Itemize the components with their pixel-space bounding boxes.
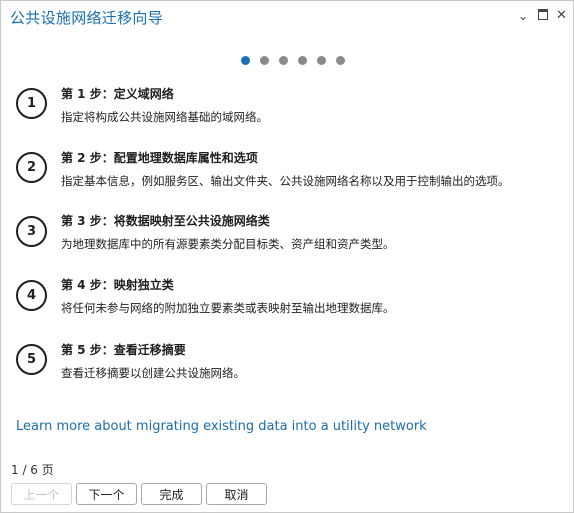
step-description: 指定基本信息，例如服务区、输出文件夹、公共设施网络名称以及用于控制输出的选项。 bbox=[61, 174, 510, 188]
step-item: 1 第 1 步：定义域网络 指定将构成公共设施网络基础的域网络。 bbox=[1, 85, 573, 141]
step-title: 第 1 步：定义域网络 bbox=[61, 87, 174, 101]
step-item: 4 第 4 步：映射独立类 将任何未参与网络的附加独立要素类或表映射至输出地理数… bbox=[1, 276, 573, 332]
finish-button[interactable]: 完成 bbox=[141, 483, 202, 505]
step-item: 3 第 3 步：将数据映射至公共设施网络类 为地理数据库中的所有源要素类分配目标… bbox=[1, 212, 573, 268]
progress-dot[interactable] bbox=[279, 56, 288, 65]
chevron-down-icon[interactable]: ⌄ bbox=[518, 9, 528, 23]
step-item: 2 第 2 步：配置地理数据库属性和选项 指定基本信息，例如服务区、输出文件夹、… bbox=[1, 149, 573, 205]
cancel-button[interactable]: 取消 bbox=[206, 483, 267, 505]
page-indicator: 1 / 6 页 bbox=[11, 463, 54, 477]
previous-button[interactable]: 上一个 bbox=[11, 483, 72, 505]
step-number-badge: 2 bbox=[16, 152, 47, 183]
step-title: 第 5 步：查看迁移摘要 bbox=[61, 343, 186, 357]
step-item: 5 第 5 步：查看迁移摘要 查看迁移摘要以创建公共设施网络。 bbox=[1, 341, 573, 397]
step-description: 指定将构成公共设施网络基础的域网络。 bbox=[61, 110, 268, 124]
progress-dot[interactable] bbox=[317, 56, 326, 65]
step-description: 将任何未参与网络的附加独立要素类或表映射至输出地理数据库。 bbox=[61, 301, 395, 315]
close-icon[interactable]: ✕ bbox=[556, 9, 567, 23]
step-description: 为地理数据库中的所有源要素类分配目标类、资产组和资产类型。 bbox=[61, 237, 395, 251]
step-number-badge: 1 bbox=[16, 88, 47, 119]
learn-more-link[interactable]: Learn more about migrating existing data… bbox=[16, 419, 427, 434]
title-bar: 公共设施网络迁移向导 ⌄ ✕ bbox=[1, 1, 573, 35]
progress-dot[interactable] bbox=[241, 56, 250, 65]
step-title: 第 2 步：配置地理数据库属性和选项 bbox=[61, 151, 258, 165]
next-button[interactable]: 下一个 bbox=[76, 483, 137, 505]
step-title: 第 3 步：将数据映射至公共设施网络类 bbox=[61, 214, 270, 228]
step-number-badge: 3 bbox=[16, 216, 47, 247]
progress-dot[interactable] bbox=[260, 56, 269, 65]
step-number-badge: 5 bbox=[16, 344, 47, 375]
migration-wizard-pane: 公共设施网络迁移向导 ⌄ ✕ 1 第 1 步：定义域网络 指定将构成公共设施网络… bbox=[0, 0, 574, 513]
progress-dot[interactable] bbox=[298, 56, 307, 65]
window-title: 公共设施网络迁移向导 bbox=[10, 9, 164, 27]
step-title: 第 4 步：映射独立类 bbox=[61, 278, 174, 292]
step-number-badge: 4 bbox=[16, 280, 47, 311]
step-description: 查看迁移摘要以创建公共设施网络。 bbox=[61, 366, 245, 380]
progress-dot[interactable] bbox=[336, 56, 345, 65]
maximize-icon[interactable] bbox=[538, 9, 548, 23]
